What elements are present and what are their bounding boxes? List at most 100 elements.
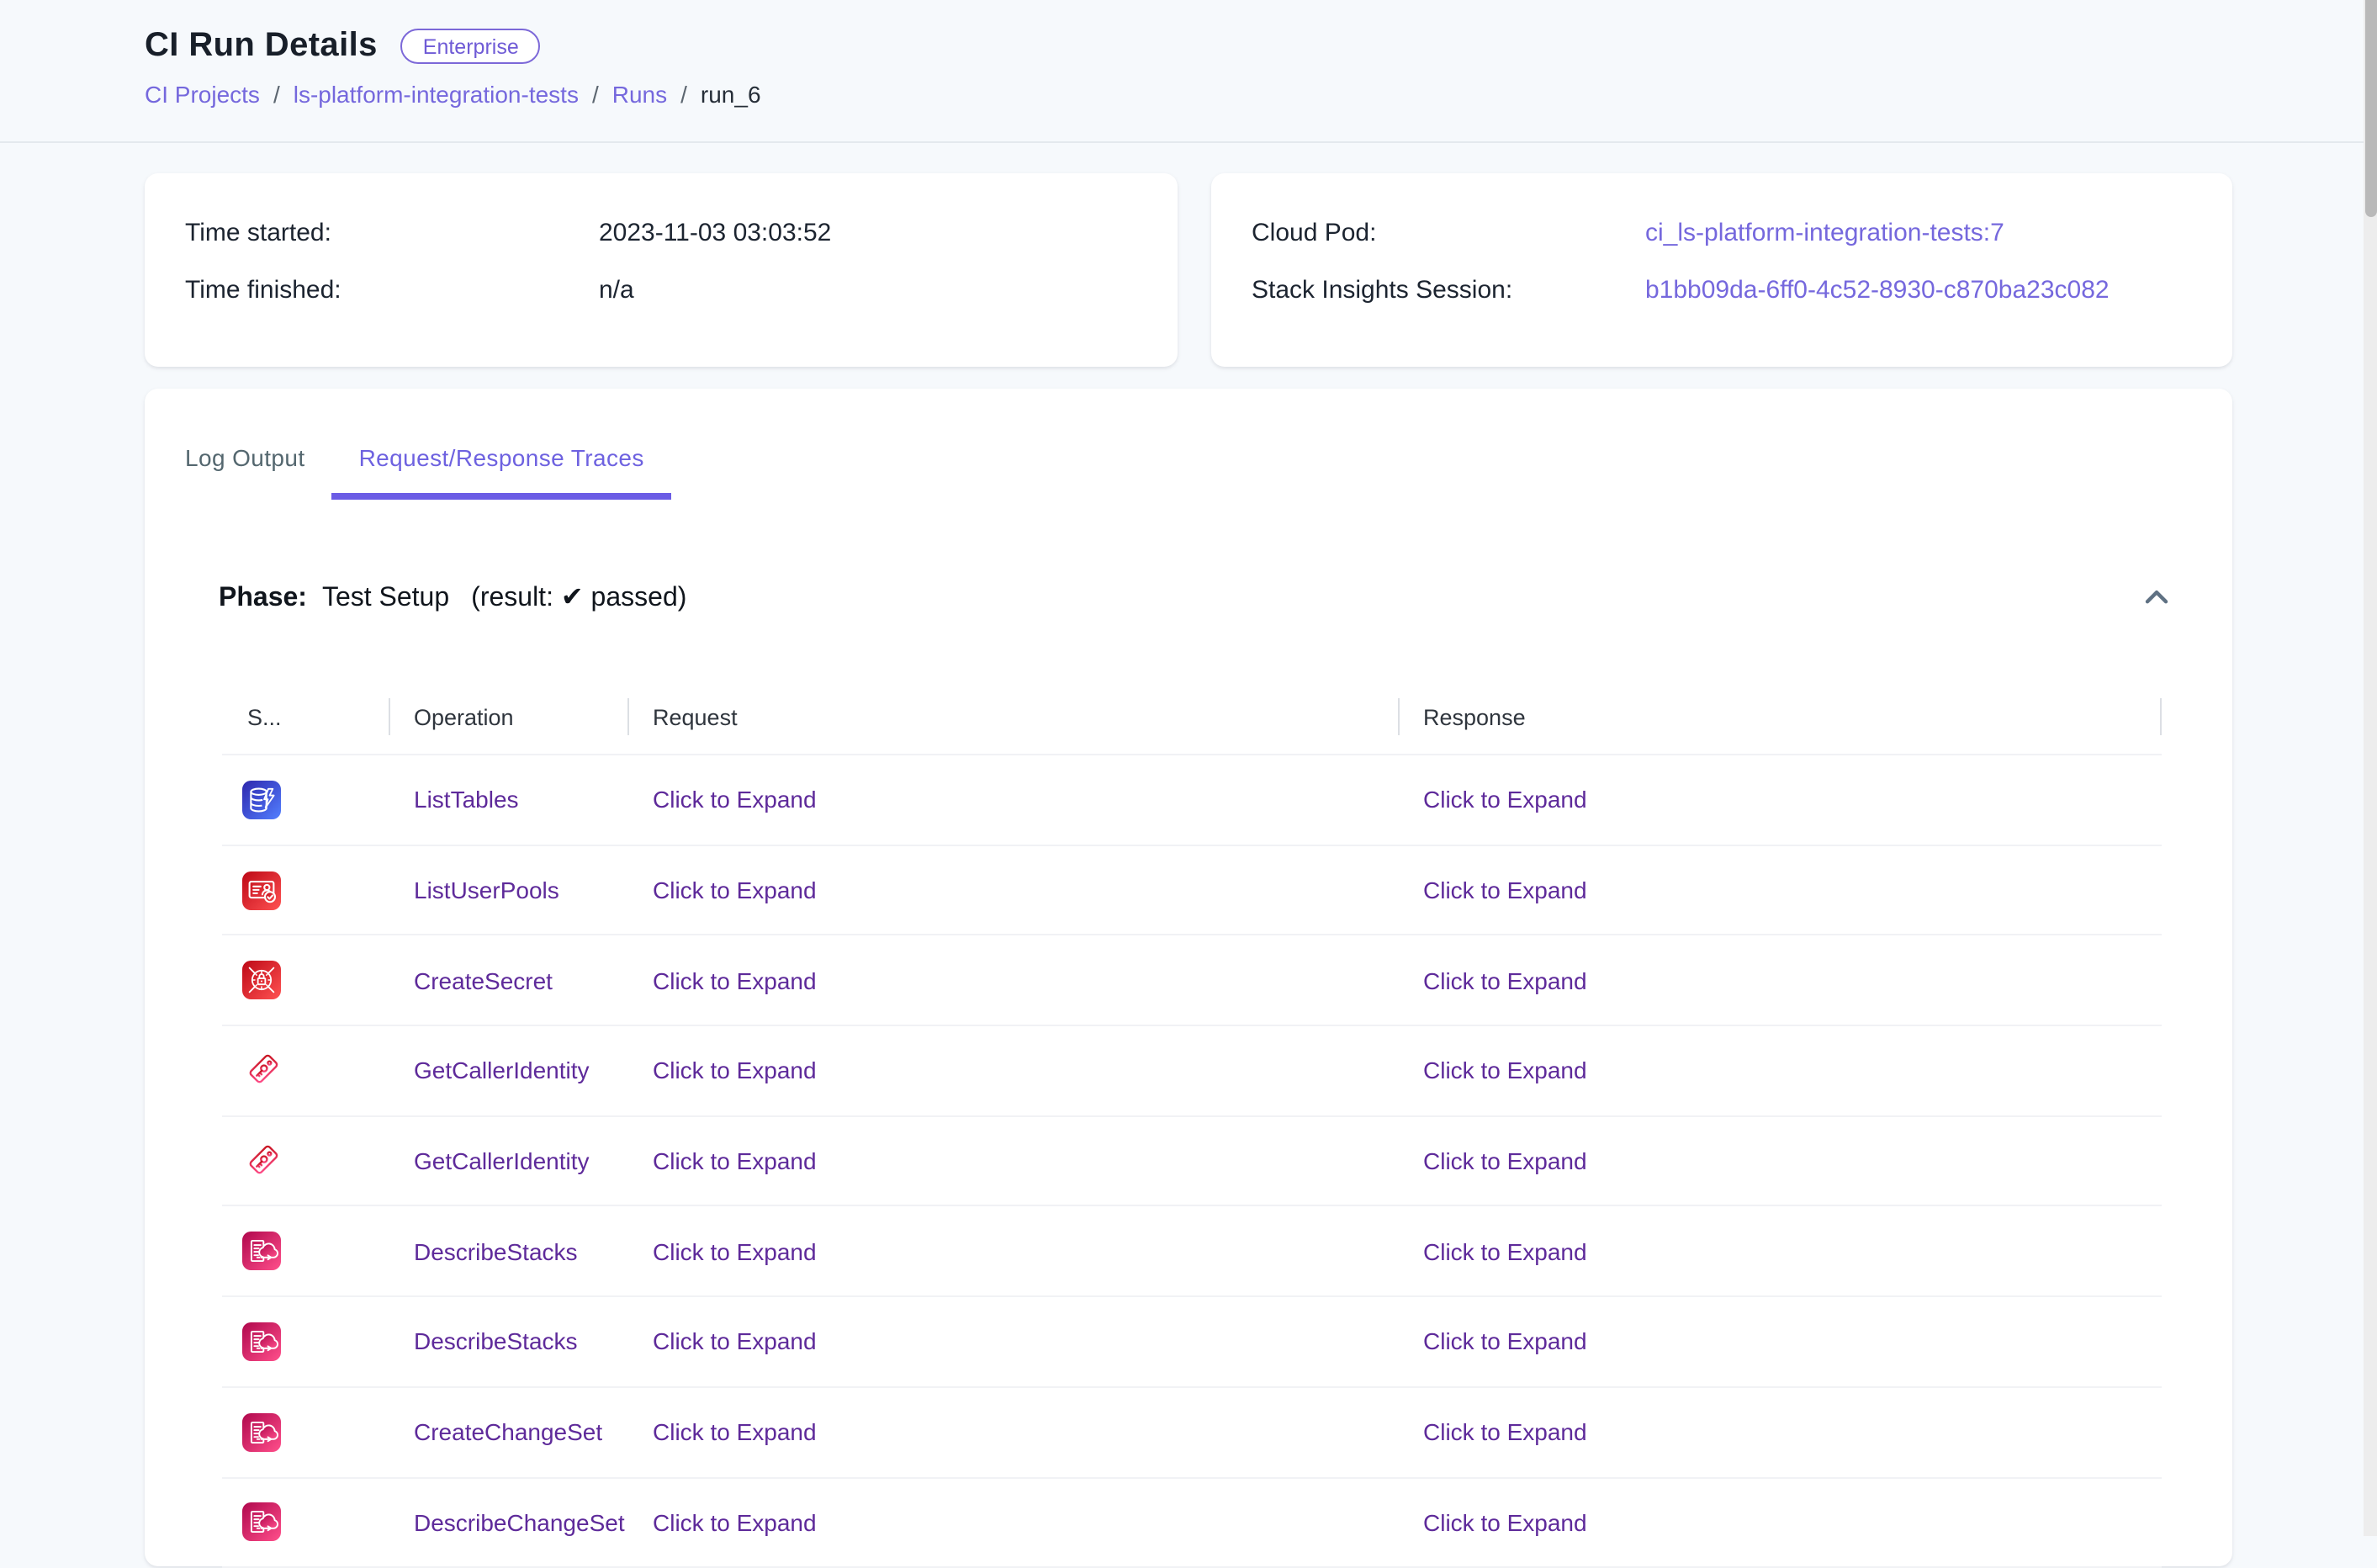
column-header-operation: Operation xyxy=(389,680,627,754)
collapse-phase-button[interactable] xyxy=(2136,577,2177,617)
column-header-label: Operation xyxy=(414,704,514,729)
trace-row: DescribeStacks Click to Expand Click to Ex… xyxy=(222,1207,2162,1297)
response-cell: Click to Expand xyxy=(1398,1147,2162,1174)
request-expand-link[interactable]: Click to Expand xyxy=(653,1418,817,1445)
summary-value: n/a xyxy=(599,275,634,304)
breadcrumb-item-run-6: run_6 xyxy=(701,81,761,108)
breadcrumb-item-ci-projects[interactable]: CI Projects xyxy=(145,81,260,108)
response-cell: Click to Expand xyxy=(1398,1328,2162,1355)
breadcrumb-separator: / xyxy=(273,81,280,108)
summary-row: Cloud Pod:ci_ls-platform-integration-tes… xyxy=(1252,204,2192,261)
request-expand-link[interactable]: Click to Expand xyxy=(653,1057,817,1084)
operation-label: CreateSecret xyxy=(414,967,553,993)
phase-label: Phase: xyxy=(219,584,307,614)
response-expand-link[interactable]: Click to Expand xyxy=(1423,1509,1587,1536)
request-cell: Click to Expand xyxy=(627,877,1398,903)
breadcrumb-item-ls-platform-integration-tests[interactable]: ls-platform-integration-tests xyxy=(294,81,579,108)
column-header-label: S... xyxy=(247,704,282,729)
summary-row: Time finished:n/a xyxy=(185,261,1137,318)
response-expand-link[interactable]: Click to Expand xyxy=(1423,1418,1587,1445)
request-cell: Click to Expand xyxy=(627,967,1398,993)
operation-label: DescribeStacks xyxy=(414,1238,578,1265)
response-expand-link[interactable]: Click to Expand xyxy=(1423,1147,1587,1174)
operation-cell: CreateChangeSet xyxy=(389,1418,627,1445)
breadcrumb-item-runs[interactable]: Runs xyxy=(612,81,667,108)
cloudformation-icon xyxy=(222,1232,389,1271)
chevron-up-icon xyxy=(2138,579,2175,616)
ci-run-details-page: CI Run Details Enterprise CI Projects / ls… xyxy=(0,0,2377,1536)
column-header-label: Request xyxy=(653,704,738,729)
response-cell: Click to Expand xyxy=(1398,1509,2162,1536)
page-header: CI Run Details Enterprise CI Projects / ls… xyxy=(0,0,2377,143)
tab-log-output[interactable]: Log Output xyxy=(158,422,332,500)
phase-header: Phase: Test Setup (result: ✔ passed) xyxy=(145,577,2232,617)
summary-label: Cloud Pod: xyxy=(1252,218,1645,246)
sts-icon xyxy=(222,1142,389,1180)
scrollbar-thumb[interactable] xyxy=(2364,0,2376,217)
response-expand-link[interactable]: Click to Expand xyxy=(1423,967,1587,993)
summary-value[interactable]: ci_ls-platform-integration-tests:7 xyxy=(1645,218,2004,246)
operation-cell: ListUserPools xyxy=(389,877,627,903)
tab-request-response-traces[interactable]: Request/Response Traces xyxy=(332,422,671,500)
breadcrumb-separator: / xyxy=(592,81,599,108)
response-cell: Click to Expand xyxy=(1398,787,2162,813)
phase-title: Phase: Test Setup (result: ✔ passed) xyxy=(219,580,686,614)
column-header-request: Request xyxy=(627,680,1398,754)
column-header-s-: S... xyxy=(222,680,389,754)
request-expand-link[interactable]: Click to Expand xyxy=(653,787,817,813)
request-expand-link[interactable]: Click to Expand xyxy=(653,1147,817,1174)
page-title: CI Run Details xyxy=(145,27,378,66)
column-header-label: Response xyxy=(1423,704,1526,729)
request-cell: Click to Expand xyxy=(627,1418,1398,1445)
trace-row: ListTablesClick to ExpandClick to Expand xyxy=(222,755,2162,845)
cloudformation-icon xyxy=(222,1412,389,1451)
dynamodb-icon xyxy=(222,781,389,819)
trace-table-header: S... Operation Request Response xyxy=(222,680,2162,755)
response-expand-link[interactable]: Click to Expand xyxy=(1423,787,1587,813)
operation-cell: CreateSecret xyxy=(389,967,627,993)
operation-label: GetCallerIdentity xyxy=(414,1057,590,1084)
response-cell: Click to Expand xyxy=(1398,1418,2162,1445)
operation-label: CreateChangeSet xyxy=(414,1418,602,1445)
request-expand-link[interactable]: Click to Expand xyxy=(653,1509,817,1536)
response-expand-link[interactable]: Click to Expand xyxy=(1423,1057,1587,1084)
trace-row: DescribeChangeSet Click to Expand Click to… xyxy=(222,1478,2162,1568)
page-scrollbar[interactable] xyxy=(2364,0,2377,1536)
request-cell: Click to Expand xyxy=(627,1509,1398,1536)
trace-row: DescribeStacks Click to Expand Click to Ex… xyxy=(222,1297,2162,1387)
run-times-card: Time started:2023-11-03 03:03:52Time fin… xyxy=(145,173,1178,367)
operation-label: DescribeStacks xyxy=(414,1328,578,1355)
request-cell: Click to Expand xyxy=(627,1057,1398,1084)
summary-value[interactable]: b1bb09da-6ff0-4c52-8930-c870ba23c082 xyxy=(1645,275,2110,304)
column-header-response: Response xyxy=(1398,680,2162,754)
request-expand-link[interactable]: Click to Expand xyxy=(653,967,817,993)
response-expand-link[interactable]: Click to Expand xyxy=(1423,1328,1587,1355)
secretsmanager-icon xyxy=(222,961,389,999)
enterprise-badge: Enterprise xyxy=(401,29,541,64)
operation-cell: DescribeStacks xyxy=(389,1238,627,1265)
request-cell: Click to Expand xyxy=(627,787,1398,813)
run-links-card: Cloud Pod:ci_ls-platform-integration-tes… xyxy=(1211,173,2232,367)
trace-row: CreateChangeSet Click to Expand Click to E… xyxy=(222,1388,2162,1478)
response-cell: Click to Expand xyxy=(1398,967,2162,993)
response-cell: Click to Expand xyxy=(1398,1057,2162,1084)
request-cell: Click to Expand xyxy=(627,1147,1398,1174)
operation-cell: GetCallerIdentity xyxy=(389,1057,627,1084)
phase-name: Test Setup xyxy=(322,584,449,614)
trace-row: GetCallerIdentityClick to ExpandClick to… xyxy=(222,1117,2162,1207)
breadcrumb-separator: / xyxy=(680,81,687,108)
summary-row: Stack Insights Session:b1bb09da-6ff0-4c5… xyxy=(1252,261,2192,318)
request-cell: Click to Expand xyxy=(627,1238,1398,1265)
operation-cell: DescribeChangeSet xyxy=(389,1509,627,1536)
response-expand-link[interactable]: Click to Expand xyxy=(1423,877,1587,903)
request-expand-link[interactable]: Click to Expand xyxy=(653,1238,817,1265)
operation-cell: DescribeStacks xyxy=(389,1328,627,1355)
summary-label: Time finished: xyxy=(185,275,599,304)
trace-table: S...OperationRequestResponse ListTablesC… xyxy=(222,680,2162,1568)
operation-label: DescribeChangeSet xyxy=(414,1509,625,1536)
request-expand-link[interactable]: Click to Expand xyxy=(653,1328,817,1355)
response-expand-link[interactable]: Click to Expand xyxy=(1423,1238,1587,1265)
tab-bar: Log OutputRequest/Response Traces xyxy=(145,389,2232,500)
response-cell: Click to Expand xyxy=(1398,1238,2162,1265)
request-expand-link[interactable]: Click to Expand xyxy=(653,877,817,903)
